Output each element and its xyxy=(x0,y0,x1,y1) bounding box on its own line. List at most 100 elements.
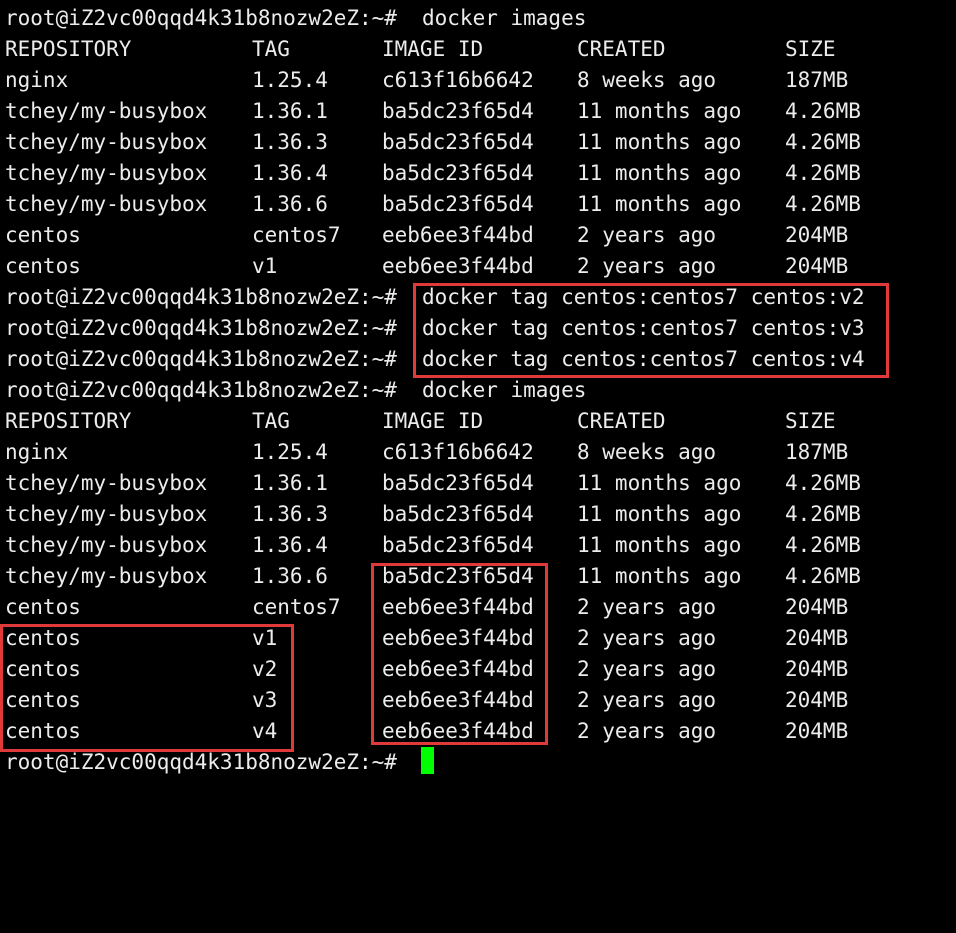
cell-size: 204MB xyxy=(785,688,849,712)
command-text: docker tag centos:centos7 centos:v2 xyxy=(422,285,865,309)
column-header-size: SIZE xyxy=(785,37,836,61)
table-header: REPOSITORY TAG IMAGE ID CREATED SIZE xyxy=(5,34,836,65)
cell-size: 4.26MB xyxy=(785,533,861,557)
table-row: tchey/my-busybox 1.36.1 ba5dc23f65d4 11 … xyxy=(5,96,861,127)
cell-image-id: ba5dc23f65d4 xyxy=(382,130,534,154)
cell-repository: centos xyxy=(5,595,81,619)
cell-size: 4.26MB xyxy=(785,502,861,526)
command-line: root@iZ2vc00qqd4k31b8nozw2eZ:~# xyxy=(5,747,397,778)
cell-repository: nginx xyxy=(5,440,69,464)
table-row: centos centos7 eeb6ee3f44bd 2 years ago … xyxy=(5,592,848,623)
column-header-tag: TAG xyxy=(252,37,290,61)
cell-created: 2 years ago xyxy=(577,657,717,681)
command-line: root@iZ2vc00qqd4k31b8nozw2eZ:~# docker i… xyxy=(5,3,586,34)
shell-prompt: root@iZ2vc00qqd4k31b8nozw2eZ:~# xyxy=(5,347,397,371)
cell-created: 2 years ago xyxy=(577,626,717,650)
table-row: nginx 1.25.4 c613f16b6642 8 weeks ago 18… xyxy=(5,65,848,96)
cell-created: 11 months ago xyxy=(577,471,742,495)
cell-size: 204MB xyxy=(785,719,849,743)
cell-created: 11 months ago xyxy=(577,130,742,154)
cell-tag: 1.36.3 xyxy=(252,502,328,526)
column-header-repository: REPOSITORY xyxy=(5,409,132,433)
table-row: centos v4 eeb6ee3f44bd 2 years ago 204MB xyxy=(5,716,848,747)
table-row: centos v2 eeb6ee3f44bd 2 years ago 204MB xyxy=(5,654,848,685)
cell-created: 8 weeks ago xyxy=(577,68,717,92)
table-row: centos v1 eeb6ee3f44bd 2 years ago 204MB xyxy=(5,623,848,654)
cell-repository: centos xyxy=(5,688,81,712)
cell-repository: centos xyxy=(5,719,81,743)
cell-size: 204MB xyxy=(785,223,849,247)
cell-tag: 1.25.4 xyxy=(252,68,328,92)
cell-created: 11 months ago xyxy=(577,161,742,185)
cell-repository: tchey/my-busybox xyxy=(5,564,208,588)
column-header-repository: REPOSITORY xyxy=(5,37,132,61)
cell-size: 4.26MB xyxy=(785,471,861,495)
cell-image-id: ba5dc23f65d4 xyxy=(382,471,534,495)
command-text: docker images xyxy=(422,6,587,30)
command-text: docker tag centos:centos7 centos:v3 xyxy=(422,316,865,340)
cell-repository: centos xyxy=(5,254,81,278)
cell-tag: v4 xyxy=(252,719,278,743)
cell-created: 2 years ago xyxy=(577,688,717,712)
table-row: centos v3 eeb6ee3f44bd 2 years ago 204MB xyxy=(5,685,848,716)
cell-image-id: eeb6ee3f44bd xyxy=(382,595,534,619)
cell-tag: 1.36.1 xyxy=(252,99,328,123)
cell-repository: tchey/my-busybox xyxy=(5,471,208,495)
table-row: nginx 1.25.4 c613f16b6642 8 weeks ago 18… xyxy=(5,437,848,468)
cell-size: 187MB xyxy=(785,440,849,464)
cell-repository: tchey/my-busybox xyxy=(5,130,208,154)
shell-prompt: root@iZ2vc00qqd4k31b8nozw2eZ:~# xyxy=(5,750,397,774)
column-header-created: CREATED xyxy=(577,409,666,433)
cell-image-id: eeb6ee3f44bd xyxy=(382,719,534,743)
cell-tag: 1.36.4 xyxy=(252,161,328,185)
command-text: docker tag centos:centos7 centos:v4 xyxy=(422,347,865,371)
cell-created: 11 months ago xyxy=(577,533,742,557)
cell-image-id: ba5dc23f65d4 xyxy=(382,192,534,216)
cell-tag: 1.36.3 xyxy=(252,130,328,154)
cell-image-id: ba5dc23f65d4 xyxy=(382,564,534,588)
cell-size: 204MB xyxy=(785,595,849,619)
cell-created: 2 years ago xyxy=(577,223,717,247)
shell-prompt: root@iZ2vc00qqd4k31b8nozw2eZ:~# xyxy=(5,378,397,402)
command-line: root@iZ2vc00qqd4k31b8nozw2eZ:~# docker t… xyxy=(5,282,865,313)
cell-size: 204MB xyxy=(785,626,849,650)
cell-created: 11 months ago xyxy=(577,502,742,526)
cell-image-id: c613f16b6642 xyxy=(382,68,534,92)
table-row: tchey/my-busybox 1.36.4 ba5dc23f65d4 11 … xyxy=(5,530,861,561)
cell-size: 204MB xyxy=(785,657,849,681)
cell-repository: tchey/my-busybox xyxy=(5,533,208,557)
shell-prompt: root@iZ2vc00qqd4k31b8nozw2eZ:~# xyxy=(5,285,397,309)
cell-tag: centos7 xyxy=(252,223,341,247)
table-row: tchey/my-busybox 1.36.6 ba5dc23f65d4 11 … xyxy=(5,561,861,592)
command-text: docker images xyxy=(422,378,587,402)
column-header-created: CREATED xyxy=(577,37,666,61)
cell-size: 4.26MB xyxy=(785,192,861,216)
column-header-image-id: IMAGE ID xyxy=(382,37,484,61)
cell-size: 204MB xyxy=(785,254,849,278)
command-line: root@iZ2vc00qqd4k31b8nozw2eZ:~# docker t… xyxy=(5,344,865,375)
cell-repository: tchey/my-busybox xyxy=(5,502,208,526)
cell-tag: 1.25.4 xyxy=(252,440,328,464)
cell-size: 4.26MB xyxy=(785,130,861,154)
cell-tag: v1 xyxy=(252,254,278,278)
table-row: tchey/my-busybox 1.36.1 ba5dc23f65d4 11 … xyxy=(5,468,861,499)
table-row: tchey/my-busybox 1.36.3 ba5dc23f65d4 11 … xyxy=(5,127,861,158)
cell-created: 8 weeks ago xyxy=(577,440,717,464)
cell-size: 187MB xyxy=(785,68,849,92)
cell-tag: v2 xyxy=(252,657,278,681)
cell-image-id: eeb6ee3f44bd xyxy=(382,254,534,278)
cell-repository: tchey/my-busybox xyxy=(5,99,208,123)
cell-repository: nginx xyxy=(5,68,69,92)
cell-image-id: eeb6ee3f44bd xyxy=(382,223,534,247)
cell-image-id: eeb6ee3f44bd xyxy=(382,626,534,650)
cell-tag: centos7 xyxy=(252,595,341,619)
cell-image-id: c613f16b6642 xyxy=(382,440,534,464)
cell-tag: 1.36.6 xyxy=(252,564,328,588)
table-row: centos v1 eeb6ee3f44bd 2 years ago 204MB xyxy=(5,251,848,282)
table-row: tchey/my-busybox 1.36.4 ba5dc23f65d4 11 … xyxy=(5,158,861,189)
cell-image-id: ba5dc23f65d4 xyxy=(382,161,534,185)
cell-size: 4.26MB xyxy=(785,99,861,123)
cell-tag: v1 xyxy=(252,626,278,650)
terminal-window[interactable]: root@iZ2vc00qqd4k31b8nozw2eZ:~# docker i… xyxy=(0,0,956,779)
cell-repository: centos xyxy=(5,223,81,247)
